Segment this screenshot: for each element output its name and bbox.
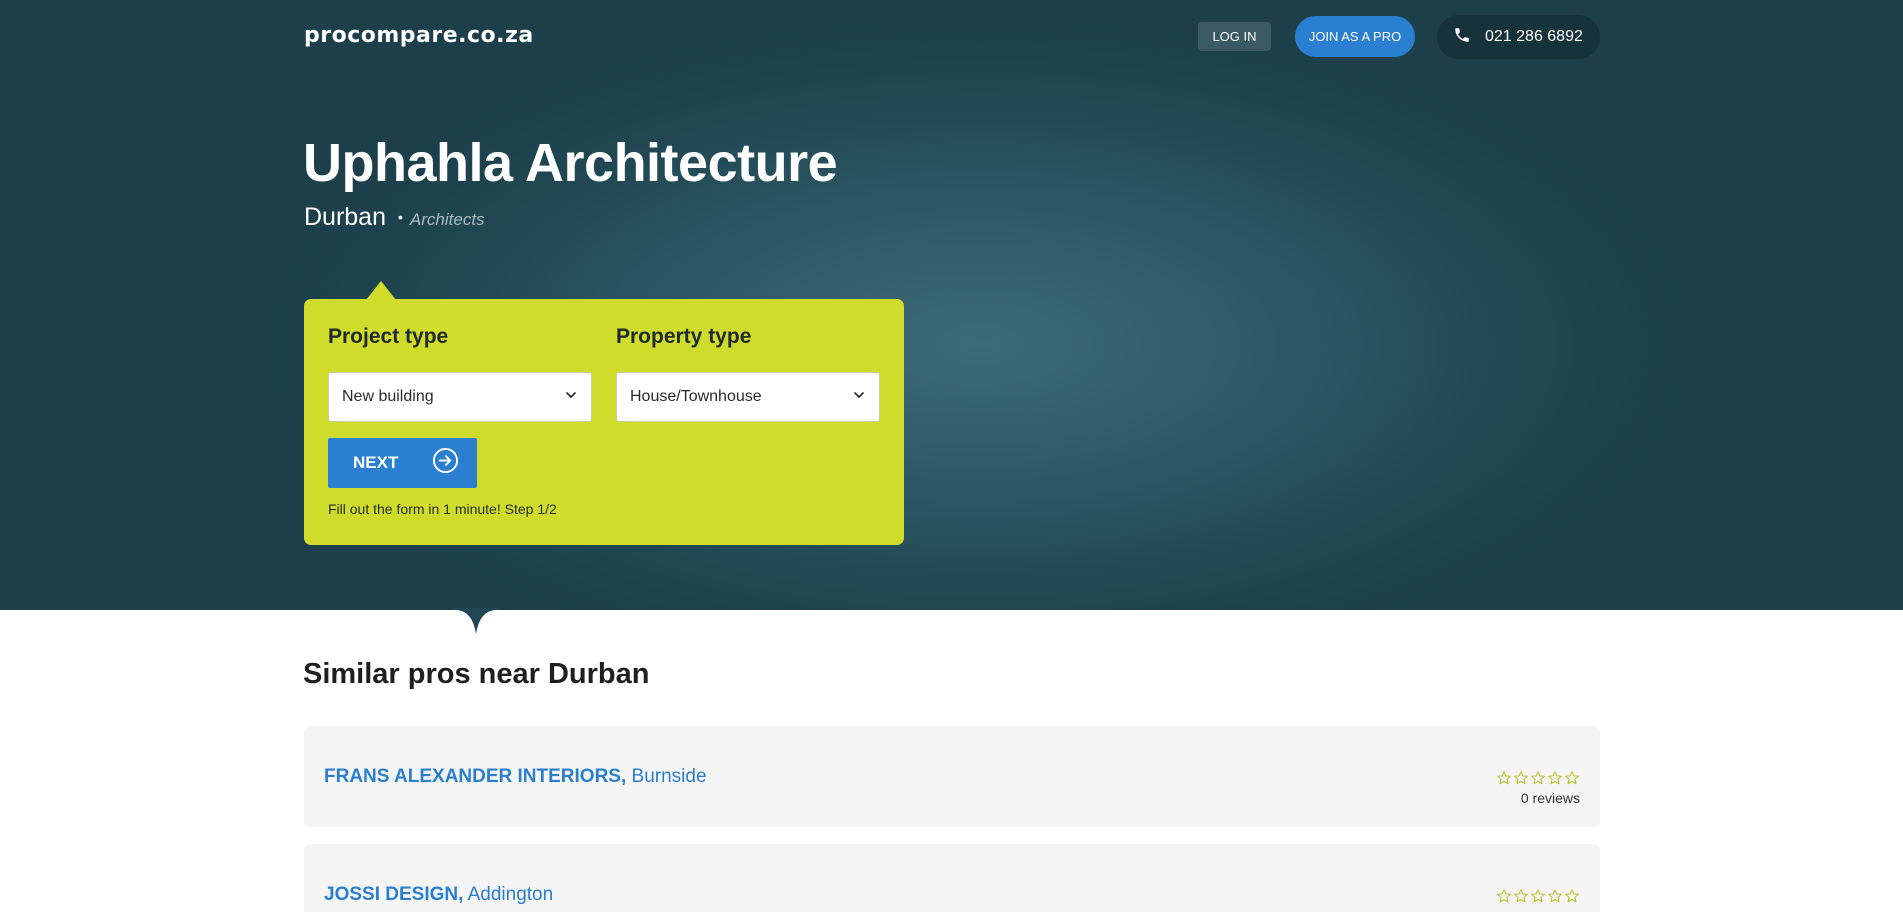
star-outline-icon	[1497, 889, 1511, 903]
separator-dot: •	[398, 209, 403, 225]
phone-button[interactable]: 021 286 6892	[1437, 15, 1600, 59]
property-type-value: House/Townhouse	[630, 388, 762, 405]
phone-number: 021 286 6892	[1485, 28, 1583, 45]
project-type-label: Project type	[328, 325, 449, 348]
star-outline-icon	[1548, 771, 1562, 785]
join-as-pro-button[interactable]: JOIN AS A PRO	[1295, 16, 1415, 57]
star-outline-icon	[1497, 771, 1511, 785]
star-outline-icon	[1514, 889, 1528, 903]
star-outline-icon	[1565, 889, 1579, 903]
next-button[interactable]: NEXT	[328, 438, 477, 488]
pro-location: Addington	[467, 884, 554, 905]
pro-name-link[interactable]: FRANS ALEXANDER INTERIORS, Burnside	[324, 766, 707, 788]
next-label: NEXT	[353, 453, 399, 472]
pro-location: Burnside	[631, 766, 707, 787]
star-outline-icon	[1531, 889, 1545, 903]
pro-company: FRANS ALEXANDER INTERIORS,	[324, 766, 627, 787]
city-label: Durban	[304, 203, 386, 231]
pro-company: JOSSI DESIGN,	[324, 884, 464, 905]
pro-card[interactable]: JOSSI DESIGN, Addington	[304, 844, 1600, 912]
review-count: 0 reviews	[1520, 790, 1580, 806]
chevron-down-icon	[853, 388, 865, 406]
arrow-circle-right-icon	[432, 447, 459, 479]
property-type-select[interactable]: House/Townhouse	[616, 372, 880, 422]
subtitle-line: Durban • Architects	[304, 203, 485, 232]
quote-form: Project type New building Property type …	[304, 299, 904, 545]
logo[interactable]: procompare.co.za	[304, 23, 534, 48]
category-link[interactable]: Architects	[410, 210, 485, 230]
form-notch	[366, 281, 396, 300]
login-button[interactable]: LOG IN	[1198, 22, 1271, 51]
star-outline-icon	[1531, 771, 1545, 785]
phone-icon	[1453, 26, 1471, 49]
pro-name-link[interactable]: JOSSI DESIGN, Addington	[324, 884, 553, 906]
star-outline-icon	[1548, 889, 1562, 903]
form-hint: Fill out the form in 1 minute! Step 1/2	[328, 501, 557, 517]
similar-pros-title: Similar pros near Durban	[303, 658, 650, 690]
pro-card[interactable]: FRANS ALEXANDER INTERIORS, Burnside 0 re…	[304, 726, 1600, 827]
project-type-value: New building	[342, 388, 434, 405]
star-rating	[1496, 888, 1580, 904]
page-title: Uphahla Architecture	[303, 133, 838, 193]
property-type-label: Property type	[616, 325, 752, 348]
hero-section: procompare.co.za LOG IN JOIN AS A PRO 02…	[0, 0, 1903, 610]
star-outline-icon	[1565, 771, 1579, 785]
star-outline-icon	[1514, 771, 1528, 785]
project-type-select[interactable]: New building	[328, 372, 592, 422]
section-divider-notch	[452, 608, 500, 634]
star-rating	[1496, 770, 1580, 786]
chevron-down-icon	[565, 388, 577, 406]
